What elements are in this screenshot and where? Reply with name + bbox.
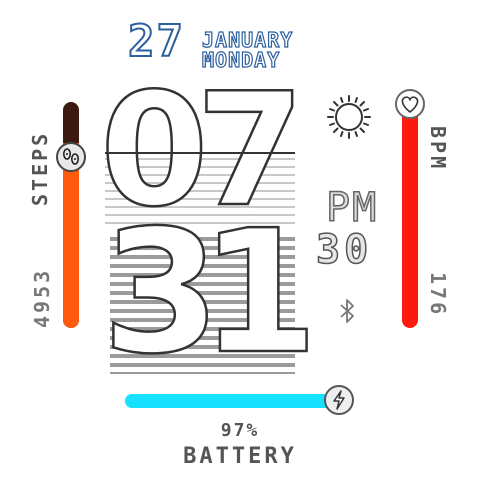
sun-icon[interactable] — [326, 94, 372, 140]
steps-value: 4953 — [30, 267, 54, 328]
date-day: 27 — [127, 16, 185, 67]
heart-rate-progress-fill — [402, 108, 418, 328]
heart-rate-label: BPM — [426, 126, 450, 172]
battery-label: BATTERY — [183, 444, 297, 469]
minute-tens-digit: 3 — [101, 194, 222, 392]
lightning-icon[interactable] — [324, 385, 354, 415]
battery-percent: 97% — [220, 420, 260, 441]
hour-divider-line — [105, 152, 295, 154]
minute-ones-digit: 1 — [199, 194, 320, 392]
footprints-icon[interactable] — [56, 142, 86, 172]
seconds-display: 30 — [315, 227, 373, 273]
heart-rate-progress-bar — [402, 104, 418, 328]
bluetooth-icon — [340, 299, 354, 323]
steps-label: STEPS — [28, 130, 52, 206]
ampm-indicator: PM — [325, 185, 379, 231]
battery-progress-bar — [125, 394, 343, 408]
heart-icon[interactable] — [395, 89, 425, 119]
steps-progress-bar — [63, 102, 79, 328]
heart-rate-value: 176 — [426, 272, 450, 318]
battery-progress-fill — [125, 394, 337, 408]
date-month: JANUARY — [201, 28, 294, 52]
